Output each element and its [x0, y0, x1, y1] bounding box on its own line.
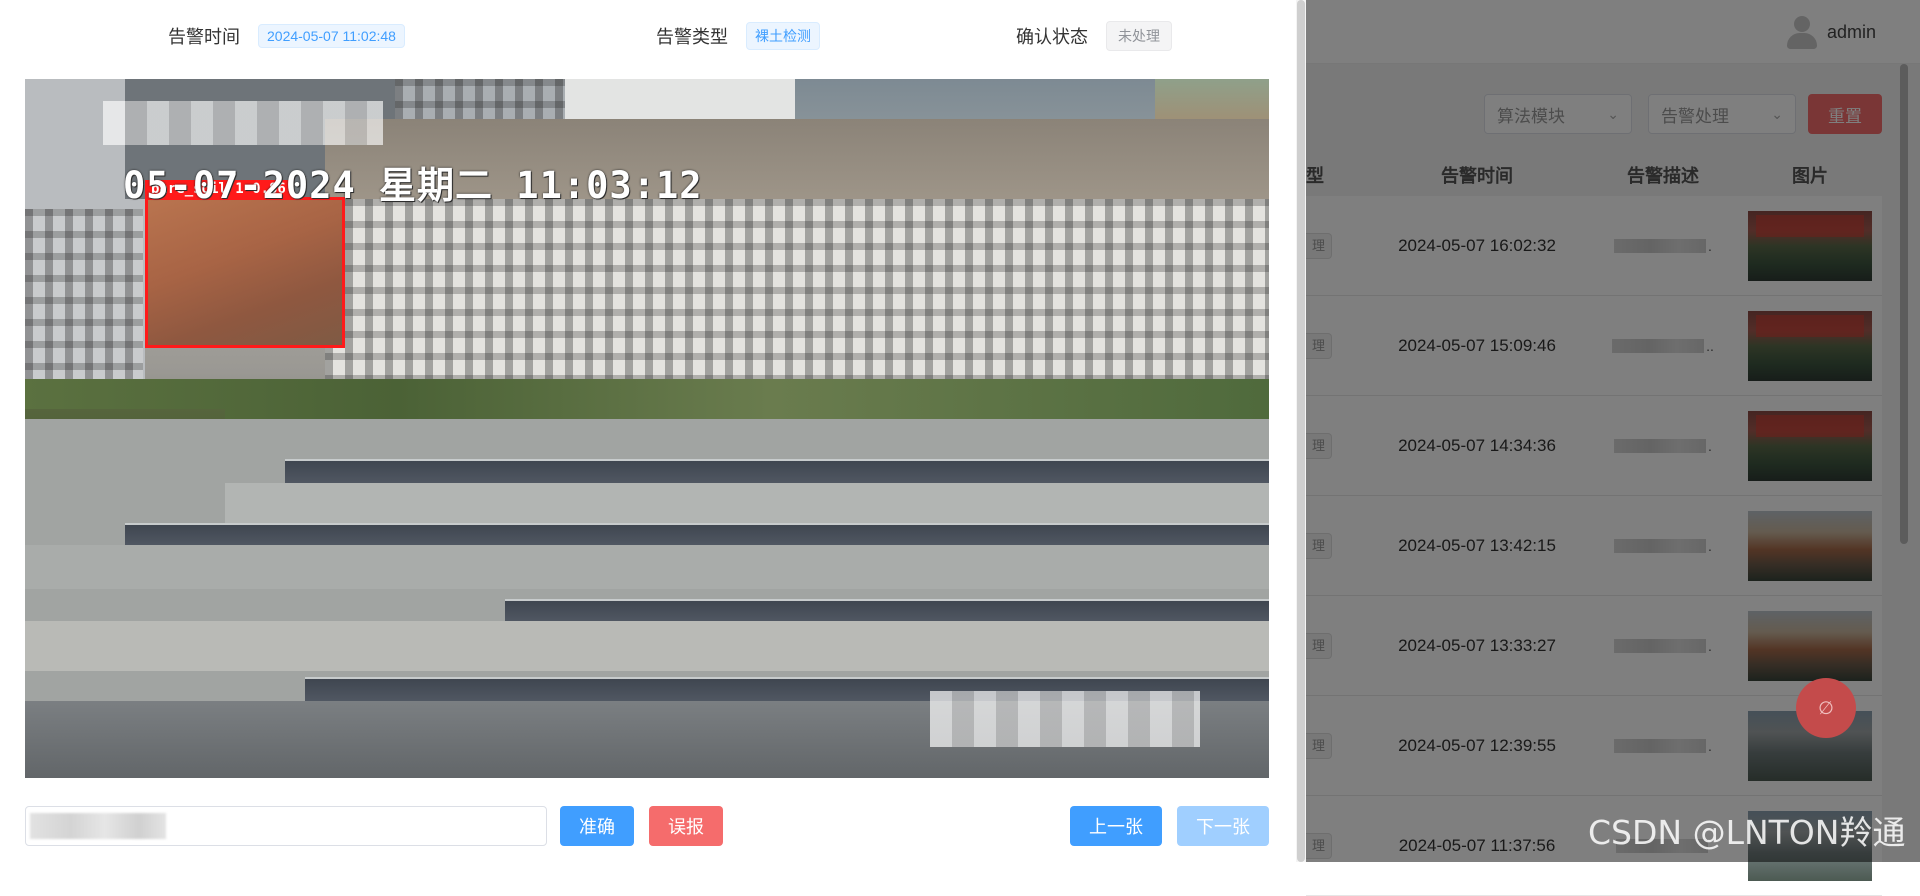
false-alarm-button[interactable]: 误报 [649, 806, 723, 846]
privacy-mosaic [103, 101, 383, 145]
confirm-status-label: 确认状态 [1016, 27, 1088, 47]
alarm-detail-dialog: 告警时间 2024-05-07 11:02:48 告警类型 裸土检测 确认状态 … [0, 0, 1296, 862]
scene-roof-deck [225, 483, 1269, 523]
alarm-type-label: 告警类型 [656, 27, 728, 47]
bell-off-icon[interactable]: ∅ [1796, 678, 1856, 738]
page-scrollbar[interactable] [1900, 64, 1908, 544]
scene-solar-row [125, 523, 1269, 545]
scene-roof-deck [25, 545, 1269, 589]
accurate-button[interactable]: 准确 [560, 806, 634, 846]
scene-solar-row [285, 459, 1269, 483]
alarm-time-tag: 2024-05-07 11:02:48 [258, 24, 405, 48]
confirm-status-tag: 未处理 [1106, 21, 1172, 51]
previous-button[interactable]: 上一张 [1070, 806, 1162, 846]
dialog-scrollbar[interactable] [1296, 0, 1306, 862]
camera-timestamp-overlay: 05-07-2024 星期二 11:03:12 [123, 164, 703, 207]
scene-solar-row [505, 599, 1269, 621]
watermark: CSDN @LNTON羚通 [1588, 813, 1906, 852]
remark-blurred-text [30, 813, 166, 839]
alarm-time-field: 告警时间 2024-05-07 11:02:48 [168, 22, 405, 50]
scene-building [25, 209, 143, 379]
alarm-type-field: 告警类型 裸土检测 [656, 22, 820, 50]
alarm-snapshot-image: bare_soil 1 0.86 05-07-2024 星期二 11:03:12 [25, 79, 1269, 778]
detection-bounding-box [145, 197, 345, 348]
next-button[interactable]: 下一张 [1177, 806, 1269, 846]
alarm-time-label: 告警时间 [168, 27, 240, 47]
scene-roof-deck [25, 621, 1269, 671]
privacy-mosaic [930, 691, 1200, 747]
confirm-status-field: 确认状态 未处理 [1016, 21, 1172, 51]
scene-residential [325, 199, 1269, 379]
alarm-type-tag: 裸土检测 [746, 22, 820, 50]
